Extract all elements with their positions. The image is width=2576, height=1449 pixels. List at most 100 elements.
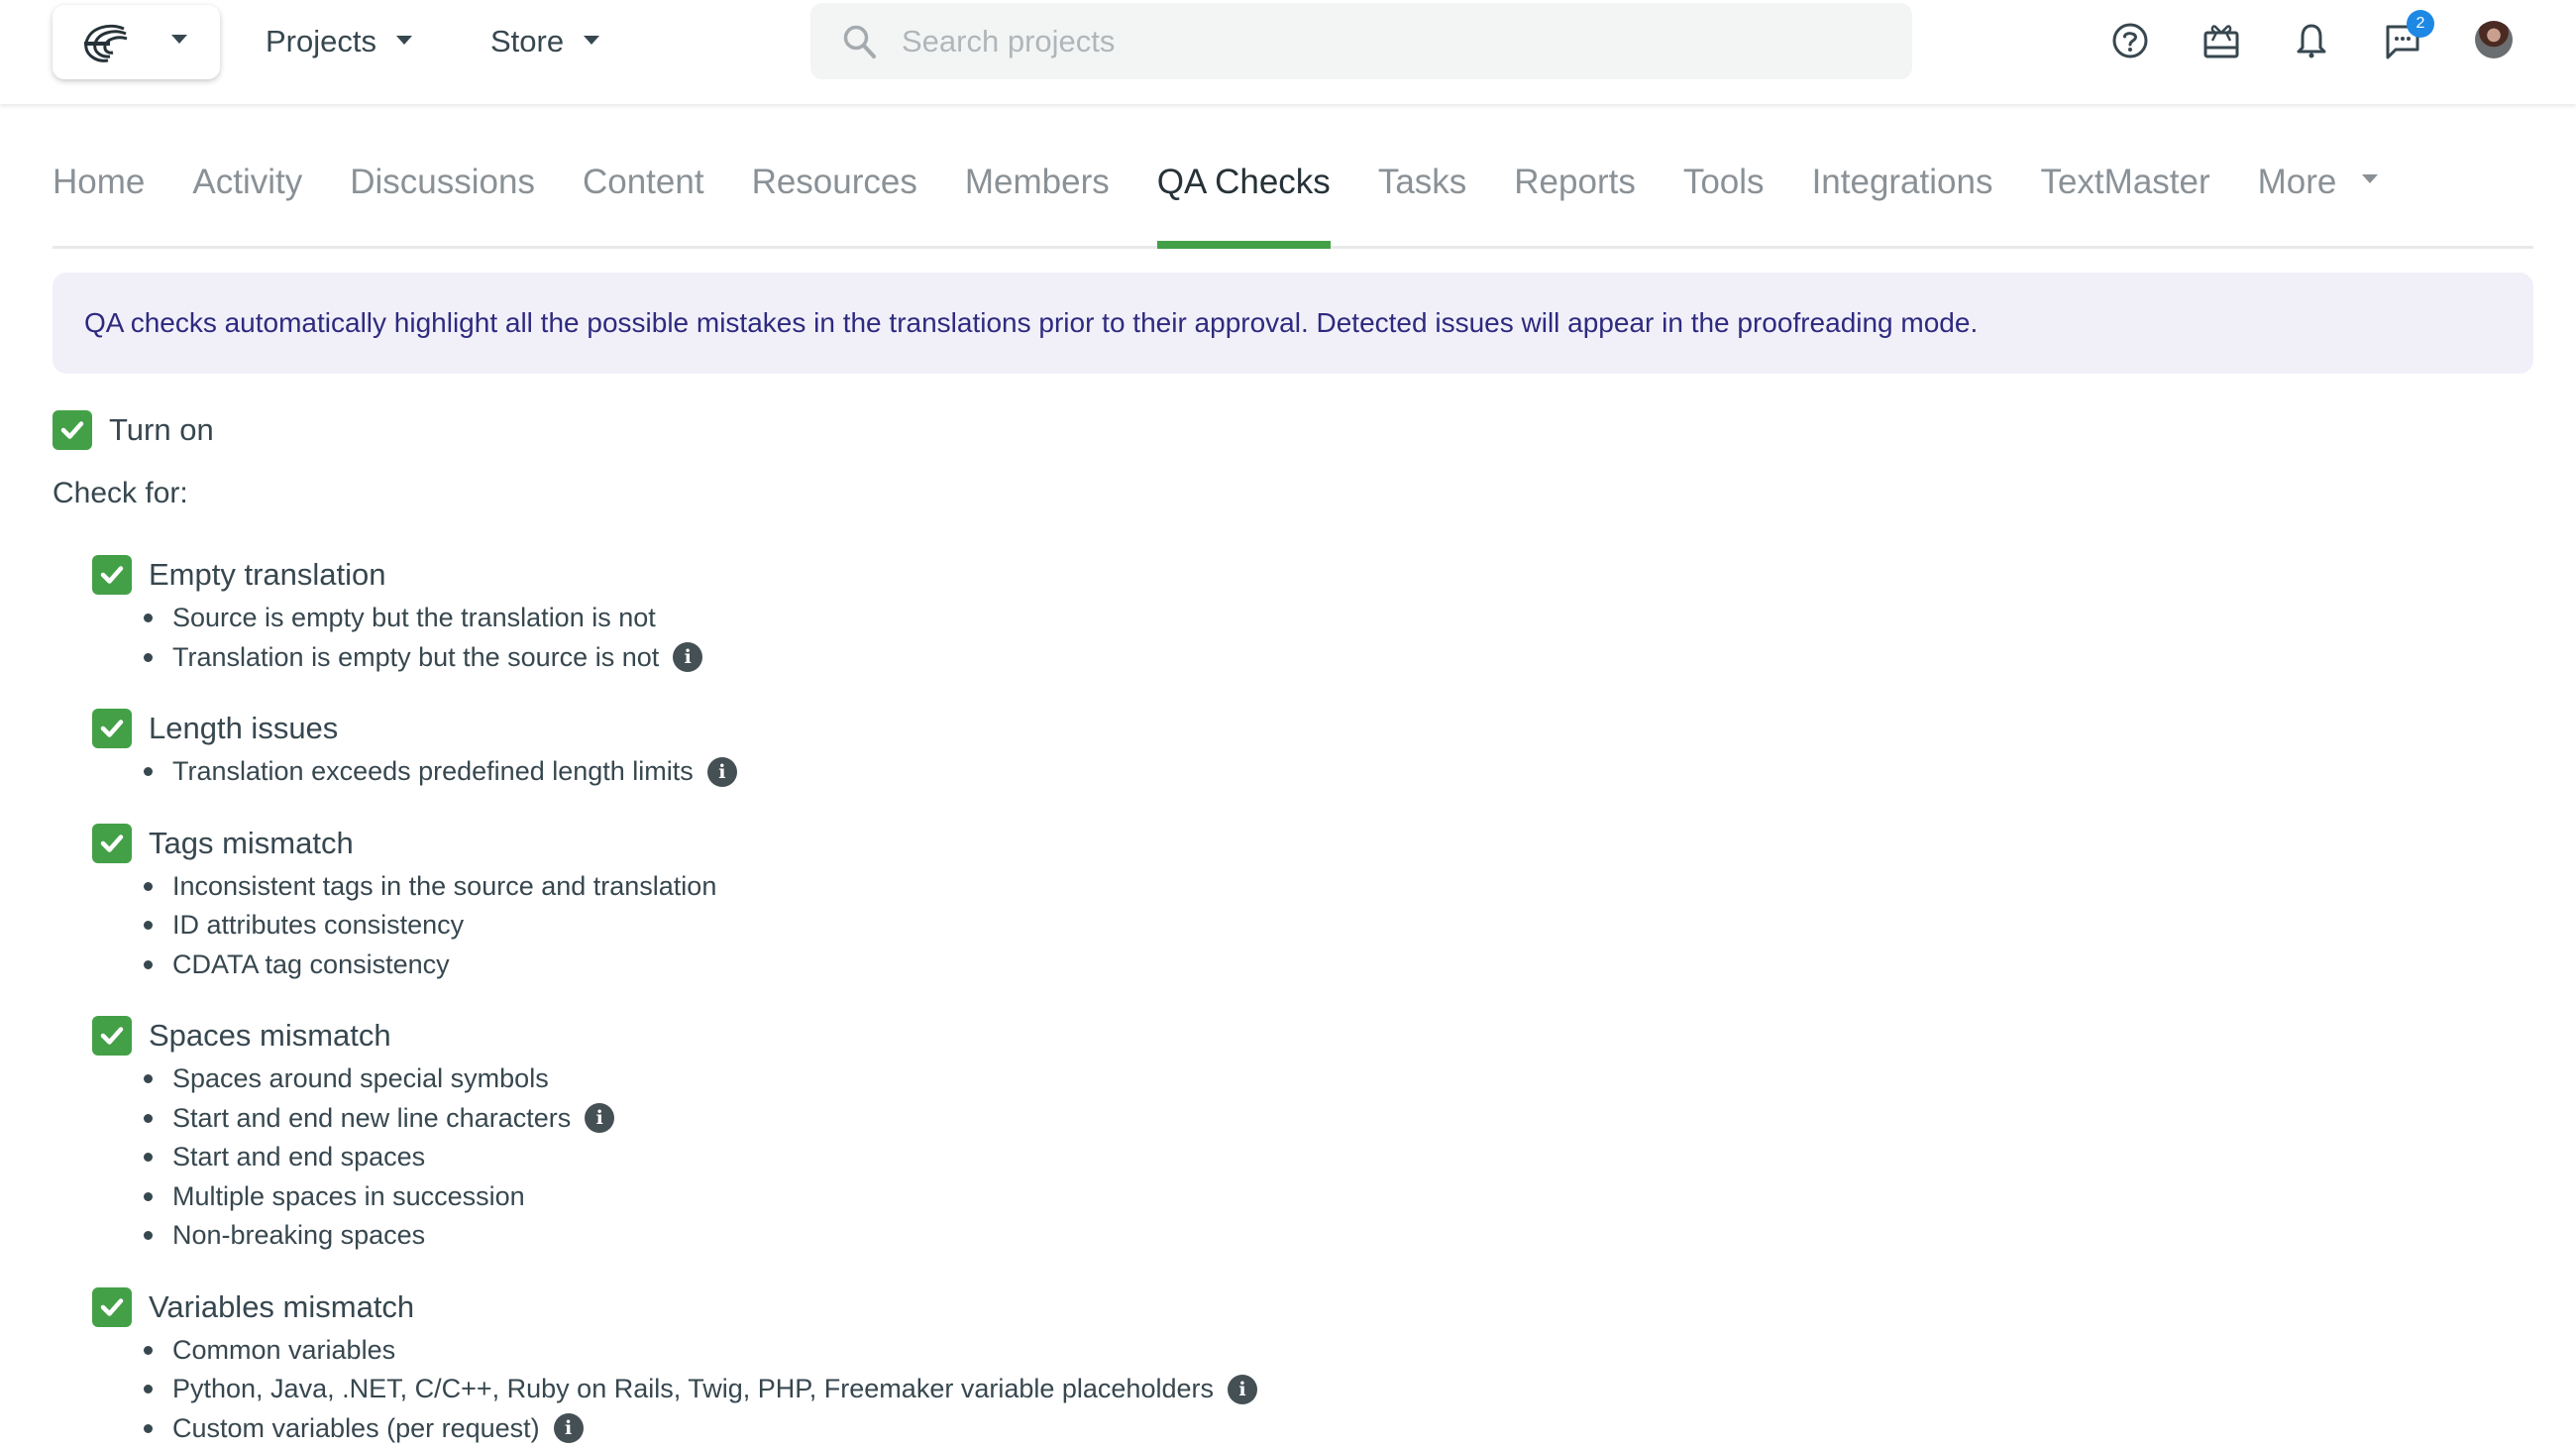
list-item-text: Non-breaking spaces bbox=[172, 1220, 426, 1251]
checkmark-icon bbox=[100, 1297, 124, 1316]
bullet bbox=[144, 959, 153, 969]
turn-on-checkbox[interactable] bbox=[53, 410, 92, 450]
info-icon[interactable]: i bbox=[553, 1413, 584, 1444]
list-item-text: CDATA tag consistency bbox=[172, 948, 450, 979]
tags-mismatch-checkbox[interactable] bbox=[92, 823, 132, 863]
length-issues-checkbox[interactable] bbox=[92, 709, 132, 748]
list-item-text: Translation exceeds predefined length li… bbox=[172, 756, 694, 787]
list-item-text: Source is empty but the translation is n… bbox=[172, 603, 656, 633]
bullet bbox=[144, 613, 153, 623]
tab-tools[interactable]: Tools bbox=[1683, 139, 1765, 246]
list-item: Source is empty but the translation is n… bbox=[144, 599, 1257, 638]
bullet bbox=[144, 1345, 153, 1355]
qa-group-spaces-mismatch: Spaces mismatch Spaces around special sym… bbox=[92, 1014, 1257, 1256]
info-icon[interactable]: i bbox=[1227, 1374, 1257, 1404]
tab-qa-checks[interactable]: QA Checks bbox=[1156, 139, 1331, 249]
project-tabs: Home Activity Discussions Content Resour… bbox=[53, 139, 2533, 249]
tab-home[interactable]: Home bbox=[53, 139, 145, 246]
checkmark-icon bbox=[100, 834, 124, 852]
empty-translation-checkbox[interactable] bbox=[92, 555, 132, 595]
list-item: Translation is empty but the source is n… bbox=[144, 638, 1257, 678]
avatar[interactable] bbox=[2475, 21, 2513, 58]
qa-group-header[interactable]: Spaces mismatch bbox=[92, 1014, 1257, 1058]
chevron-down-icon bbox=[584, 35, 600, 45]
bullet bbox=[144, 767, 153, 777]
search-input[interactable] bbox=[902, 23, 1793, 59]
bullet bbox=[144, 1231, 153, 1241]
tab-label: Content bbox=[582, 163, 704, 201]
bullet bbox=[144, 921, 153, 931]
tab-members[interactable]: Members bbox=[965, 139, 1110, 246]
projects-menu[interactable]: Projects bbox=[266, 20, 412, 63]
qa-group-length-issues: Length issues Translation exceeds predefi… bbox=[92, 707, 1257, 792]
info-banner-text: QA checks automatically highlight all th… bbox=[84, 307, 1979, 338]
tab-discussions[interactable]: Discussions bbox=[350, 139, 535, 246]
qa-group-header[interactable]: Empty translation bbox=[92, 553, 1257, 597]
help-icon bbox=[2112, 23, 2148, 58]
list-item: Custom variables (per request) i bbox=[144, 1409, 1257, 1449]
qa-group-title: Variables mismatch bbox=[149, 1288, 415, 1324]
tab-label: Resources bbox=[751, 163, 917, 201]
checkmark-icon bbox=[100, 720, 124, 737]
turn-on-checkbox-row[interactable]: Turn on bbox=[53, 410, 214, 450]
tab-label: Home bbox=[53, 163, 146, 201]
logo-menu-button[interactable] bbox=[53, 5, 220, 79]
messages-button[interactable]: 2 bbox=[2381, 10, 2434, 62]
tab-textmaster[interactable]: TextMaster bbox=[2040, 139, 2209, 246]
tab-activity[interactable]: Activity bbox=[192, 139, 302, 246]
list-item-text: Custom variables (per request) bbox=[172, 1412, 540, 1443]
chevron-down-icon bbox=[395, 35, 412, 45]
info-icon[interactable]: i bbox=[673, 642, 703, 673]
checkmark-icon bbox=[60, 421, 84, 439]
list-item: Start and end spaces bbox=[144, 1138, 1257, 1177]
info-icon[interactable]: i bbox=[585, 1103, 615, 1134]
qa-group-items: Translation exceeds predefined length li… bbox=[144, 752, 1257, 792]
tab-more[interactable]: More bbox=[2258, 139, 2379, 246]
bullet bbox=[144, 881, 153, 891]
tab-reports[interactable]: Reports bbox=[1514, 139, 1636, 246]
notifications-button[interactable] bbox=[2290, 19, 2333, 62]
qa-group-header[interactable]: Variables mismatch bbox=[92, 1285, 1257, 1329]
qa-group-title: Tags mismatch bbox=[149, 825, 354, 860]
list-item: Start and end new line characters i bbox=[144, 1099, 1257, 1139]
list-item-text: Spaces around special symbols bbox=[172, 1063, 549, 1094]
turn-on-label: Turn on bbox=[109, 412, 214, 447]
search-icon bbox=[843, 25, 876, 58]
tab-label: Members bbox=[964, 163, 1110, 201]
list-item-text: Start and end spaces bbox=[172, 1142, 426, 1172]
spaces-mismatch-checkbox[interactable] bbox=[92, 1016, 132, 1056]
tab-label: Tools bbox=[1682, 163, 1765, 201]
qa-group-variables-mismatch: Variables mismatch Common variables Python… bbox=[92, 1285, 1257, 1449]
qa-check-groups: Empty translation Source is empty but the… bbox=[92, 553, 1257, 1449]
tab-label: Activity bbox=[192, 163, 303, 201]
store-menu-label: Store bbox=[490, 24, 565, 58]
gift-button[interactable] bbox=[2200, 19, 2243, 62]
bell-icon bbox=[2297, 24, 2326, 58]
chevron-down-icon bbox=[171, 35, 187, 44]
messages-count-badge: 2 bbox=[2407, 10, 2434, 38]
qa-group-tags-mismatch: Tags mismatch Inconsistent tags in the so… bbox=[92, 822, 1257, 985]
list-item-text: Inconsistent tags in the source and tran… bbox=[172, 870, 717, 901]
tab-tasks[interactable]: Tasks bbox=[1378, 139, 1466, 246]
qa-group-items: Inconsistent tags in the source and tran… bbox=[144, 867, 1257, 985]
list-item: CDATA tag consistency bbox=[144, 946, 1257, 985]
list-item: Non-breaking spaces bbox=[144, 1216, 1257, 1256]
list-item: ID attributes consistency bbox=[144, 906, 1257, 946]
search-bar bbox=[810, 3, 1912, 79]
qa-group-items: Common variables Python, Java, .NET, C/C+… bbox=[144, 1331, 1257, 1449]
qa-group-header[interactable]: Length issues bbox=[92, 707, 1257, 750]
list-item-text: Start and end new line characters bbox=[172, 1102, 572, 1133]
checkmark-icon bbox=[100, 566, 124, 584]
store-menu[interactable]: Store bbox=[490, 20, 600, 63]
list-item: Python, Java, .NET, C/C++, Ruby on Rails… bbox=[144, 1370, 1257, 1409]
help-button[interactable] bbox=[2108, 19, 2152, 62]
info-icon[interactable]: i bbox=[706, 756, 737, 787]
list-item: Common variables bbox=[144, 1331, 1257, 1371]
top-header: Projects Store Search projects 2 bbox=[0, 0, 2576, 104]
qa-group-header[interactable]: Tags mismatch bbox=[92, 822, 1257, 865]
tab-integrations[interactable]: Integrations bbox=[1812, 139, 1993, 246]
tab-resources[interactable]: Resources bbox=[752, 139, 917, 246]
check-for-label: Check for: bbox=[53, 477, 188, 509]
variables-mismatch-checkbox[interactable] bbox=[92, 1286, 132, 1327]
tab-content[interactable]: Content bbox=[583, 139, 704, 246]
